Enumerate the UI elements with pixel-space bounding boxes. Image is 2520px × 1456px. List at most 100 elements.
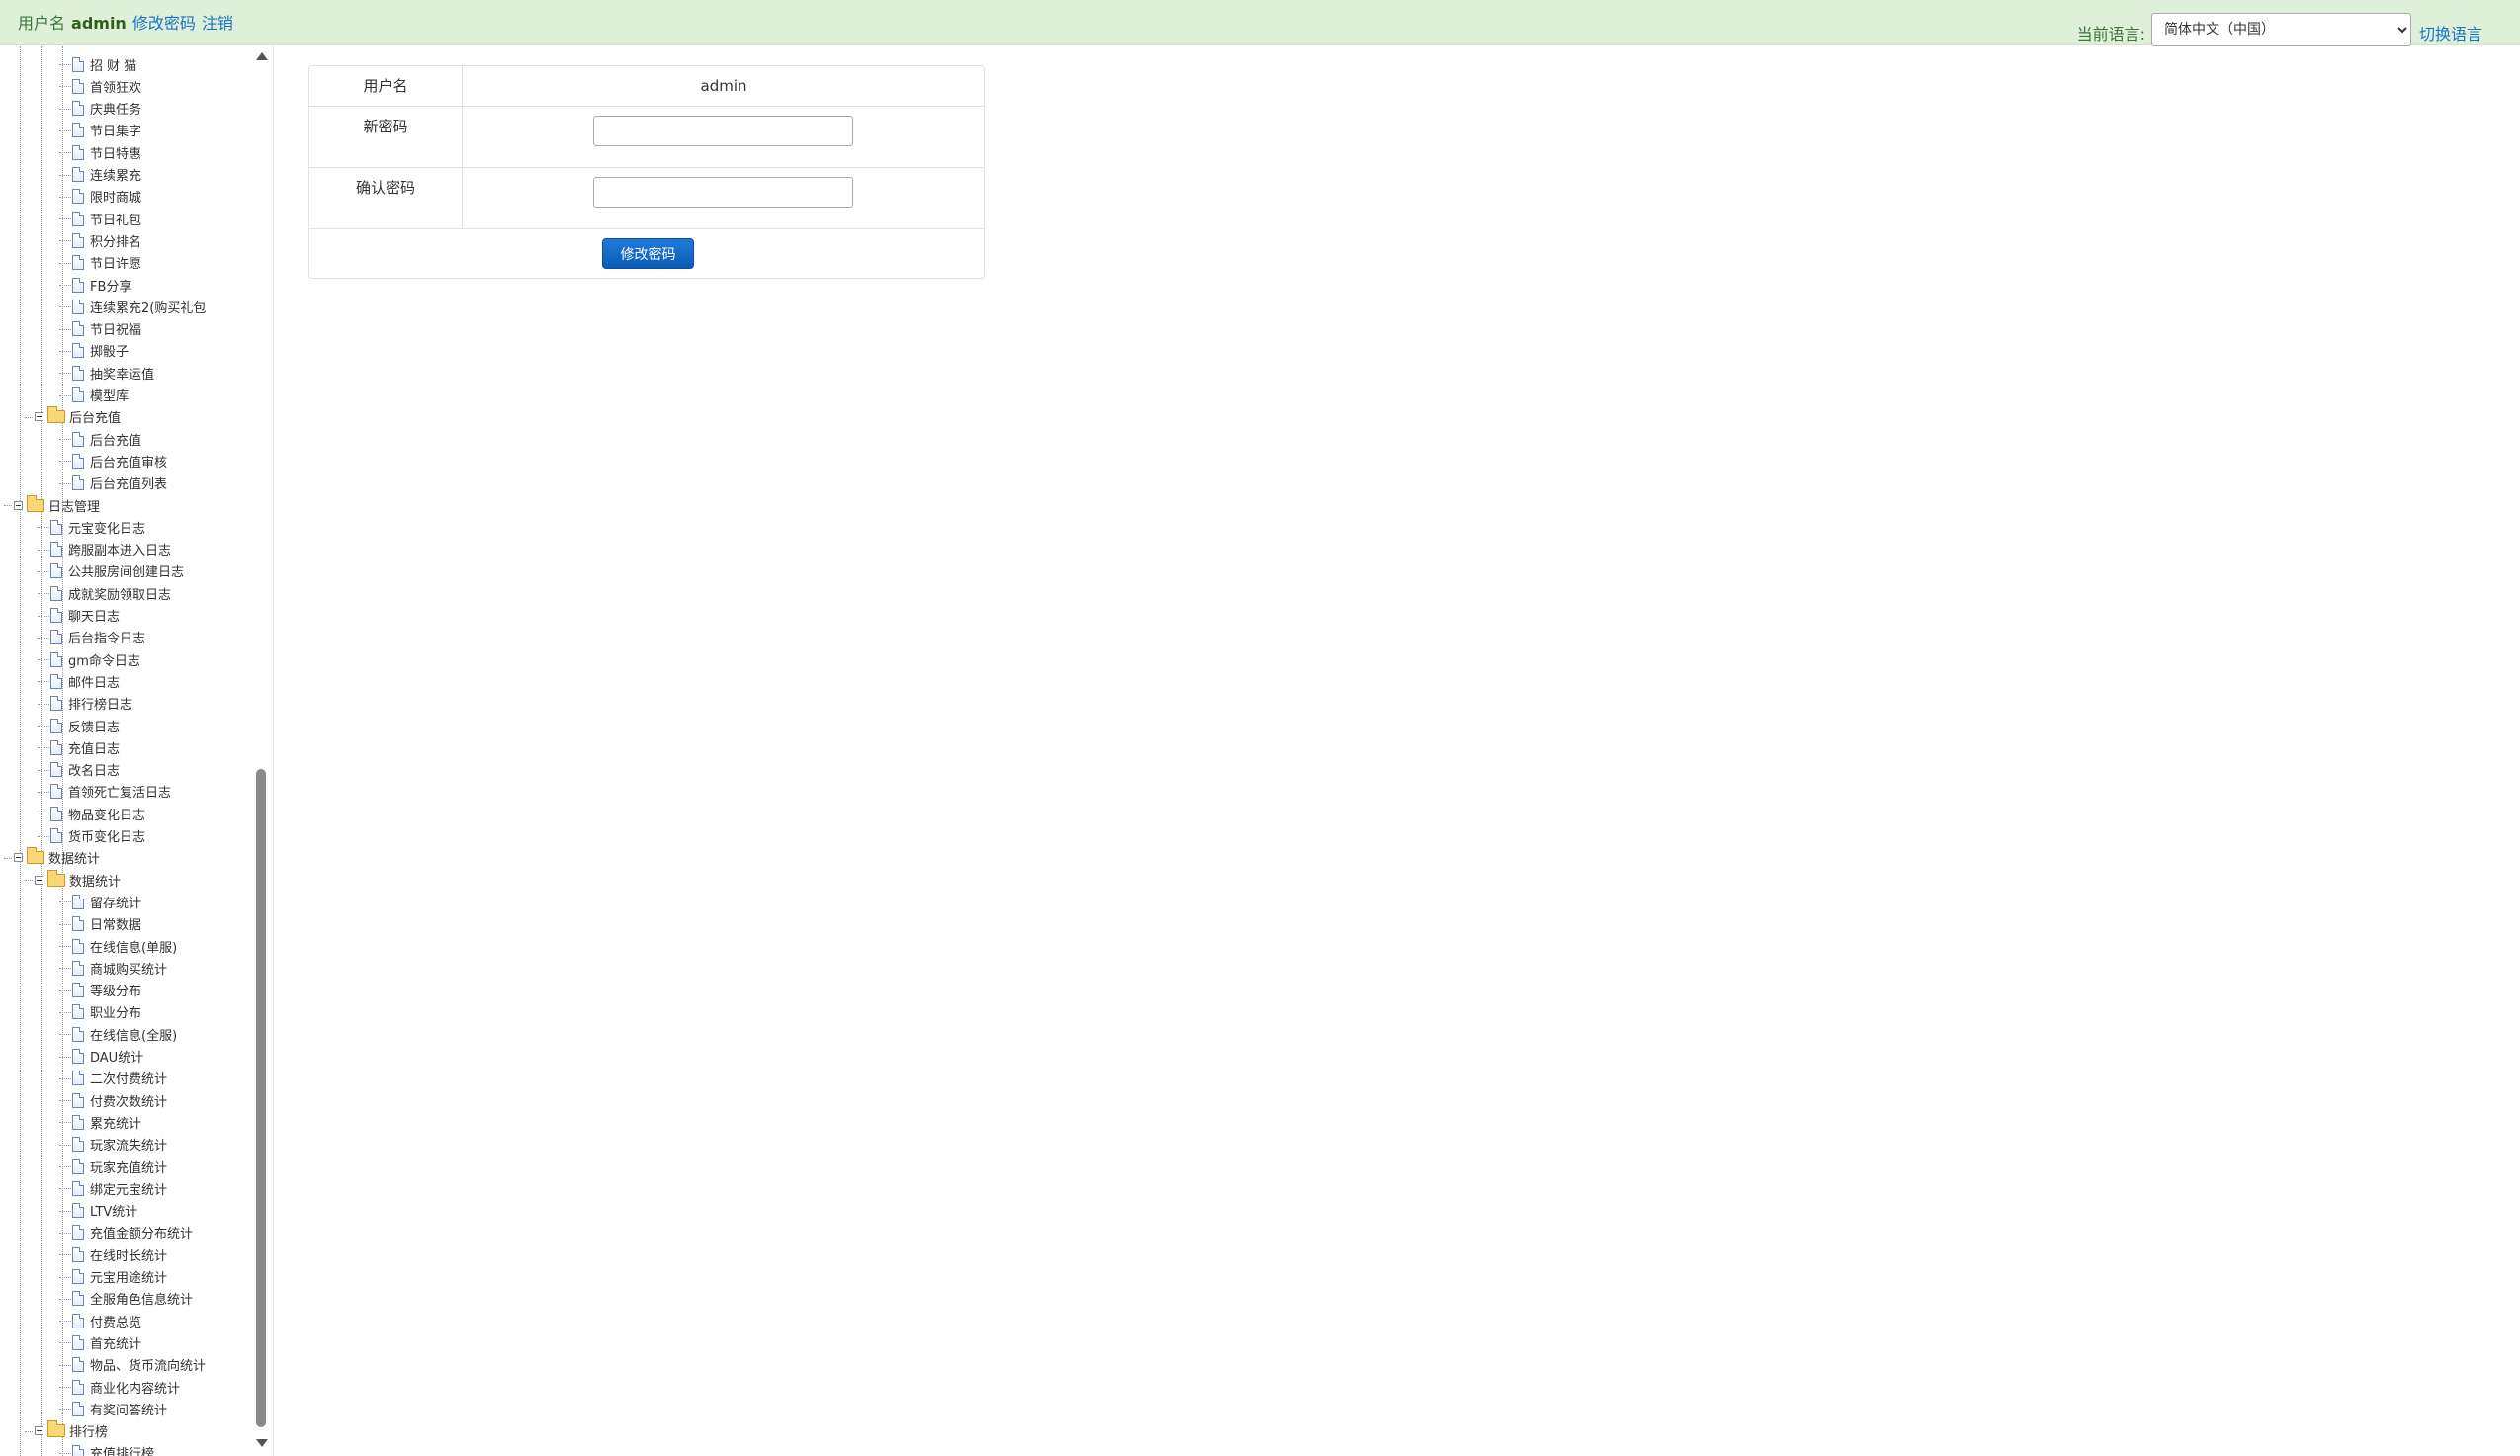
tree-node-label: 玩家充值统计 (90, 1160, 168, 1176)
page-icon (72, 277, 84, 293)
language-label: 当前语言: (2076, 25, 2145, 43)
tree-leaf-node[interactable]: 连续累充2(购买礼包 (72, 296, 206, 317)
tree-leaf-node[interactable]: 后台充值审核 (72, 450, 167, 471)
tree-connector (59, 350, 71, 352)
tree-leaf-node[interactable]: 付费次数统计 (72, 1089, 167, 1111)
tree-node-label: 改名日志 (68, 764, 121, 780)
tree-leaf-node[interactable]: 在线信息(单服) (72, 935, 177, 957)
tree-leaf-node[interactable]: gm命令日志 (50, 648, 140, 670)
page-icon (72, 343, 84, 359)
tree-connector (38, 747, 49, 749)
tree-leaf-node[interactable]: 首领狂欢 (72, 75, 141, 97)
tree-leaf-node[interactable]: 充值排行榜 (72, 1442, 154, 1456)
tree-leaf-node[interactable]: 庆典任务 (72, 98, 141, 120)
tree-leaf-node[interactable]: 全服角色信息统计 (72, 1288, 193, 1310)
tree-leaf-node[interactable]: LTV统计 (72, 1200, 137, 1222)
page-icon (72, 365, 84, 381)
scrollbar-thumb[interactable] (256, 769, 266, 1427)
tree-leaf-node[interactable]: 后台指令日志 (50, 627, 145, 648)
collapse-toggle-icon[interactable] (14, 853, 23, 863)
tree-connector (59, 262, 71, 264)
tree-leaf-node[interactable]: 掷骰子 (72, 340, 129, 362)
tree-leaf-node[interactable]: 后台充值列表 (72, 472, 167, 494)
tree-node-label: 排行榜日志 (68, 698, 133, 714)
tree-leaf-node[interactable]: 在线信息(全服) (72, 1023, 177, 1045)
tree-leaf-node[interactable]: 首充统计 (72, 1331, 141, 1353)
tree-folder-node[interactable]: 排行榜 (35, 1420, 108, 1442)
page-icon (50, 696, 62, 712)
tree-leaf-node[interactable]: 后台充值 (72, 428, 141, 450)
tree-leaf-node[interactable]: 二次付费统计 (72, 1068, 167, 1089)
switch-language-link[interactable]: 切换语言 (2419, 21, 2482, 44)
tree-leaf-node[interactable]: 元宝用途统计 (72, 1266, 167, 1288)
tree-leaf-node[interactable]: 改名日志 (50, 759, 120, 781)
tree-leaf-node[interactable]: 有奖问答统计 (72, 1398, 167, 1419)
tree-leaf-node[interactable]: 节日礼包 (72, 208, 141, 229)
tree-leaf-node[interactable]: 节日集字 (72, 120, 141, 141)
tree-leaf-node[interactable]: 商城购买统计 (72, 957, 167, 979)
tree-leaf-node[interactable]: FB分享 (72, 274, 131, 296)
logout-link[interactable]: 注销 (202, 14, 233, 33)
new-password-input[interactable] (593, 116, 853, 146)
collapse-toggle-icon[interactable] (35, 1426, 43, 1436)
tree-leaf-node[interactable]: 职业分布 (72, 1001, 141, 1023)
scroll-up-arrow-icon[interactable] (256, 52, 268, 60)
tree-leaf-node[interactable]: 物品变化日志 (50, 803, 145, 824)
tree-leaf-node[interactable]: 货币变化日志 (50, 825, 145, 847)
tree-leaf-node[interactable]: 节日许愿 (72, 252, 141, 274)
tree-connector (38, 769, 49, 771)
tree-leaf-node[interactable]: 邮件日志 (50, 670, 120, 692)
tree-leaf-node[interactable]: 付费总览 (72, 1310, 141, 1331)
collapse-toggle-icon[interactable] (35, 875, 43, 885)
tree-leaf-node[interactable]: 排行榜日志 (50, 693, 132, 715)
tree-leaf-node[interactable]: 累充统计 (72, 1111, 141, 1133)
language-select[interactable]: 简体中文（中国） (2150, 13, 2411, 46)
collapse-toggle-icon[interactable] (14, 500, 23, 510)
tree-leaf-node[interactable]: 在线时长统计 (72, 1243, 167, 1265)
tree-folder-node[interactable]: 数据统计 (35, 869, 121, 891)
tree-leaf-node[interactable]: 成就奖励领取日志 (50, 582, 171, 604)
tree-leaf-node[interactable]: 绑定元宝统计 (72, 1177, 167, 1199)
tree-leaf-node[interactable]: 模型库 (72, 385, 129, 406)
tree-node-label: 商业化内容统计 (90, 1381, 181, 1397)
change-password-link[interactable]: 修改密码 (132, 14, 196, 33)
tree-folder-node[interactable]: 数据统计 (14, 847, 100, 869)
confirm-password-input[interactable] (593, 177, 853, 208)
tree-leaf-node[interactable]: 限时商城 (72, 186, 141, 208)
tree-leaf-node[interactable]: 跨服副本进入日志 (50, 539, 171, 560)
collapse-toggle-icon[interactable] (35, 412, 43, 422)
page-icon (72, 1246, 84, 1262)
tree-leaf-node[interactable]: 首领死亡复活日志 (50, 781, 171, 803)
tree-leaf-node[interactable]: 节日祝福 (72, 318, 141, 340)
page-icon (72, 167, 84, 182)
tree-folder-node[interactable]: 后台充值 (35, 406, 121, 428)
tree-leaf-node[interactable]: 玩家充值统计 (72, 1156, 167, 1177)
page-icon (72, 144, 84, 160)
tree-connector (38, 835, 49, 837)
tree-leaf-node[interactable]: 留存统计 (72, 891, 141, 912)
tree-folder-node[interactable]: 日志管理 (14, 494, 100, 516)
tree-leaf-node[interactable]: 等级分布 (72, 980, 141, 1001)
tree-leaf-node[interactable]: 日常数据 (72, 913, 141, 935)
tree-leaf-node[interactable]: 玩家流失统计 (72, 1134, 167, 1156)
tree-leaf-node[interactable]: 节日特惠 (72, 141, 141, 163)
tree-leaf-node[interactable]: 积分排名 (72, 229, 141, 251)
tree-leaf-node[interactable]: 连续累充 (72, 164, 141, 186)
tree-leaf-node[interactable]: 抽奖幸运值 (72, 362, 154, 384)
user-info: 用户名 admin 修改密码 注销 (18, 10, 233, 34)
tree-connector (59, 901, 71, 903)
tree-leaf-node[interactable]: 充值金额分布统计 (72, 1222, 193, 1243)
submit-change-password-button[interactable]: 修改密码 (602, 238, 694, 269)
tree-leaf-node[interactable]: 元宝变化日志 (50, 516, 145, 538)
tree-leaf-node[interactable]: DAU统计 (72, 1046, 143, 1068)
tree-leaf-node[interactable]: 充值日志 (50, 736, 120, 758)
tree-leaf-node[interactable]: 商业化内容统计 (72, 1376, 180, 1398)
page-icon (72, 916, 84, 932)
tree-node-label: 庆典任务 (90, 103, 142, 119)
tree-leaf-node[interactable]: 公共服房间创建日志 (50, 560, 184, 582)
tree-leaf-node[interactable]: 招 财 猫 (72, 53, 136, 75)
scroll-down-arrow-icon[interactable] (256, 1439, 268, 1447)
tree-leaf-node[interactable]: 聊天日志 (50, 605, 120, 627)
tree-leaf-node[interactable]: 物品、货币流向统计 (72, 1354, 206, 1376)
tree-leaf-node[interactable]: 反馈日志 (50, 715, 120, 736)
